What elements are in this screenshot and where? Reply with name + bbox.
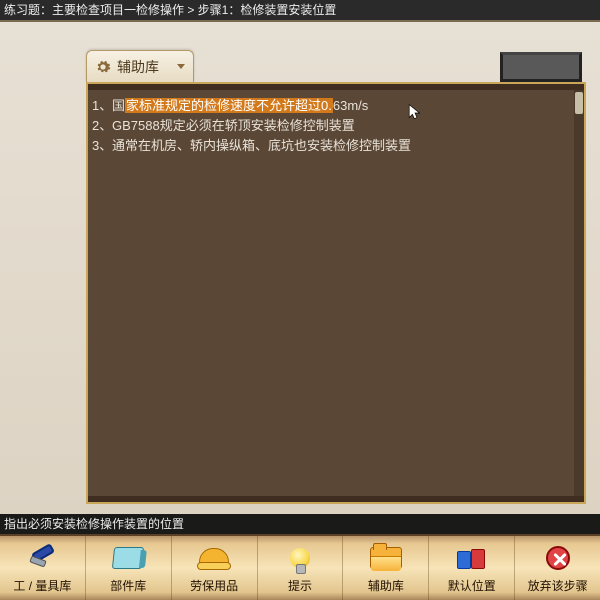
books-icon bbox=[457, 547, 487, 569]
parts-box-icon bbox=[112, 547, 144, 569]
bottom-toolbar: 工 / 量具库 部件库 劳保用品 提示 辅助库 默认位置 放弃该步骤 bbox=[0, 534, 600, 600]
folder-icon bbox=[370, 547, 402, 569]
wrench-icon bbox=[28, 544, 56, 572]
toolbar-ppe[interactable]: 劳保用品 bbox=[172, 536, 258, 600]
vertical-scrollbar[interactable] bbox=[574, 90, 584, 496]
lightbulb-icon bbox=[290, 548, 310, 568]
instruction-text: 指出必须安装检修操作装置的位置 bbox=[4, 517, 184, 531]
toolbar-hint[interactable]: 提示 bbox=[258, 536, 344, 600]
chevron-down-icon bbox=[177, 64, 185, 69]
list-item[interactable]: 3、通常在机房、轿内操纵箱、底坑也安装检修控制装置 bbox=[92, 136, 566, 156]
highlighted-text: 家标准规定的检修速度不允许超过0. bbox=[125, 98, 333, 113]
list-item[interactable]: 2、GB7588规定必须在轿顶安装检修控制装置 bbox=[92, 116, 566, 136]
cancel-icon bbox=[546, 546, 570, 570]
scrollbar-thumb[interactable] bbox=[575, 92, 583, 114]
breadcrumb-text: 练习题：主要检查项目一检修操作 > 步骤1：检修装置安装位置 bbox=[4, 3, 336, 17]
toolbar-tools[interactable]: 工 / 量具库 bbox=[0, 536, 86, 600]
aux-library-content: 1、国家标准规定的检修速度不允许超过0.63m/s 2、GB7588规定必须在轿… bbox=[88, 90, 574, 496]
toolbar-parts[interactable]: 部件库 bbox=[86, 536, 172, 600]
tab-label: 辅助库 bbox=[117, 57, 159, 77]
instruction-bar: 指出必须安装检修操作装置的位置 bbox=[0, 514, 600, 534]
breadcrumb: 练习题：主要检查项目一检修操作 > 步骤1：检修装置安装位置 bbox=[0, 0, 600, 20]
aux-library-panel: 1、国家标准规定的检修速度不允许超过0.63m/s 2、GB7588规定必须在轿… bbox=[86, 82, 586, 504]
list-item[interactable]: 1、国家标准规定的检修速度不允许超过0.63m/s bbox=[92, 96, 566, 116]
gear-icon bbox=[95, 59, 111, 75]
stage: 辅助库 1、国家标准规定的检修速度不允许超过0.63m/s 2、GB7588规定… bbox=[0, 20, 600, 514]
toolbar-default-pos[interactable]: 默认位置 bbox=[429, 536, 515, 600]
helmet-icon bbox=[199, 548, 229, 568]
toolbar-aux[interactable]: 辅助库 bbox=[343, 536, 429, 600]
toolbar-abort[interactable]: 放弃该步骤 bbox=[515, 536, 600, 600]
tab-aux-library[interactable]: 辅助库 bbox=[86, 50, 194, 82]
background-monitor bbox=[500, 52, 582, 82]
